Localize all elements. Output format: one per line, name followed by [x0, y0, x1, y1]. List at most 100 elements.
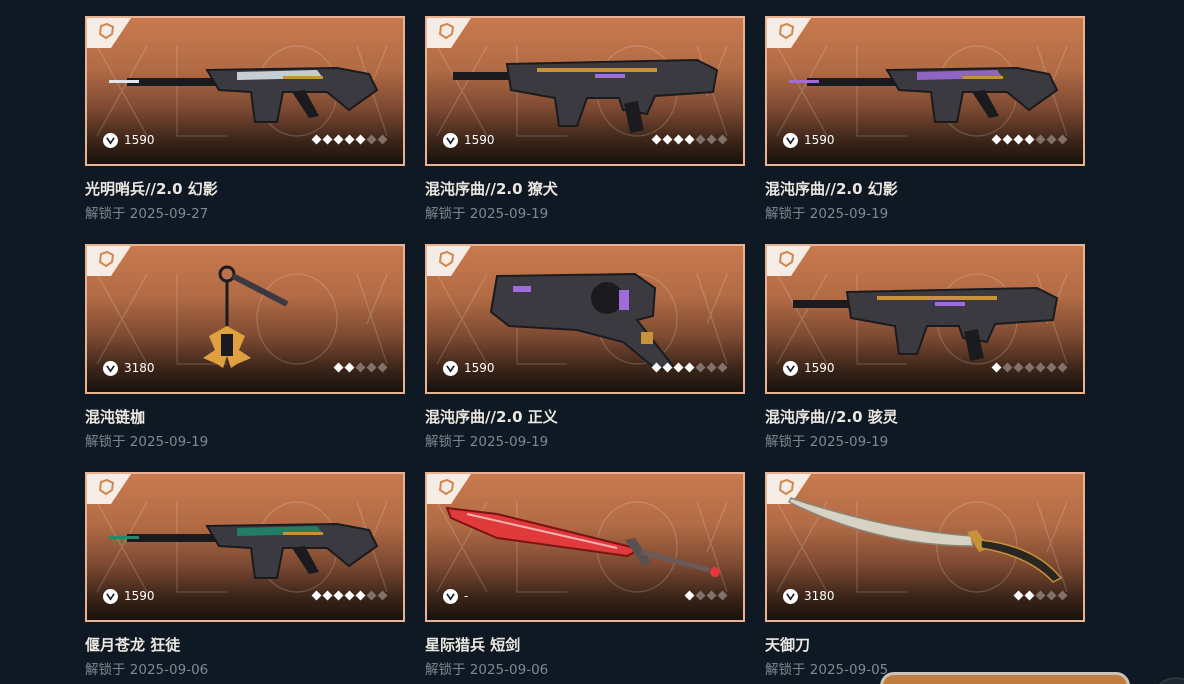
rating-diamond: [1057, 362, 1068, 373]
skin-name: 混沌序曲//2.0 獠犬: [425, 180, 558, 198]
skin-name: 光明哨兵//2.0 幻影: [85, 180, 218, 198]
rating-diamond: [684, 134, 695, 145]
rating-diamond: [1024, 362, 1035, 373]
rating-diamond: [706, 134, 717, 145]
skin-card[interactable]: 1590: [85, 16, 405, 166]
rating-diamond: [662, 362, 673, 373]
rating-diamond: [1046, 362, 1057, 373]
unlock-date: 解锁于 2025-09-19: [85, 434, 209, 450]
rating-diamond: [662, 134, 673, 145]
skin-name: 偃月苍龙 狂徒: [85, 636, 181, 654]
price-value: 1590: [464, 133, 495, 147]
rarity-rating: [333, 362, 388, 373]
rating-diamond: [706, 362, 717, 373]
rarity-rating: [651, 134, 728, 145]
unlock-date: 解锁于 2025-09-05: [765, 662, 889, 678]
skin-card[interactable]: 3180: [765, 472, 1085, 622]
skin-name: 混沌链枷: [85, 408, 146, 426]
price-value: 3180: [124, 361, 155, 375]
skin-card[interactable]: 1590: [425, 244, 745, 394]
rarity-rating: [311, 590, 388, 601]
rating-diamond: [717, 362, 728, 373]
price-tag: 1590: [783, 132, 835, 148]
skin-item: - 星际猎兵 短剑 解锁于 2025-09-06: [425, 472, 745, 682]
rating-diamond: [1035, 590, 1046, 601]
skin-card[interactable]: 1590: [425, 16, 745, 166]
rating-diamond: [344, 362, 355, 373]
price-value: -: [464, 589, 469, 603]
rating-diamond: [311, 134, 322, 145]
skin-card[interactable]: 1590: [765, 16, 1085, 166]
rating-diamond: [717, 134, 728, 145]
price-tag: 1590: [443, 360, 495, 376]
skin-name: 混沌序曲//2.0 骇灵: [765, 408, 898, 426]
rarity-rating: [684, 590, 728, 601]
rating-diamond: [1035, 362, 1046, 373]
bottom-action-button[interactable]: [880, 672, 1130, 684]
rating-diamond: [684, 362, 695, 373]
skin-item: 1590 混沌序曲//2.0 獠犬 解锁于 2025-09-19: [425, 16, 745, 226]
rarity-rating: [1013, 590, 1068, 601]
rating-diamond: [673, 134, 684, 145]
price-value: 1590: [804, 361, 835, 375]
unlock-date: 解锁于 2025-09-19: [765, 206, 889, 222]
rating-diamond: [355, 134, 366, 145]
rating-diamond: [1057, 590, 1068, 601]
rating-diamond: [322, 134, 333, 145]
skin-item: 3180 天御刀解锁于 2025-09-05: [765, 472, 1085, 682]
rarity-rating: [991, 134, 1068, 145]
rating-diamond: [366, 590, 377, 601]
rating-diamond: [344, 134, 355, 145]
rating-diamond: [695, 590, 706, 601]
price-tag: 1590: [783, 360, 835, 376]
skin-name: 混沌序曲//2.0 正义: [425, 408, 558, 426]
rating-diamond: [695, 134, 706, 145]
rating-diamond: [1035, 134, 1046, 145]
skin-item: 1590 光明哨兵//2.0 幻影 解锁于 2025-09-27: [85, 16, 405, 226]
valorant-points-icon: [783, 588, 798, 604]
price-tag: -: [443, 588, 468, 604]
scroll-top-button[interactable]: [1156, 677, 1184, 684]
rating-diamond: [1057, 134, 1068, 145]
rating-diamond: [344, 590, 355, 601]
skin-card[interactable]: -: [425, 472, 745, 622]
rating-diamond: [1002, 362, 1013, 373]
price-value: 1590: [124, 133, 155, 147]
rating-diamond: [333, 362, 344, 373]
valorant-points-icon: [103, 360, 118, 376]
unlock-date: 解锁于 2025-09-06: [425, 662, 549, 678]
valorant-points-icon: [103, 132, 118, 148]
rating-diamond: [355, 590, 366, 601]
rating-diamond: [695, 362, 706, 373]
skin-name: 天御刀: [765, 636, 811, 654]
rating-diamond: [684, 590, 695, 601]
rating-diamond: [651, 362, 662, 373]
rating-diamond: [1046, 590, 1057, 601]
skin-card[interactable]: 1590: [85, 472, 405, 622]
price-value: 1590: [804, 133, 835, 147]
price-value: 1590: [464, 361, 495, 375]
unlock-date: 解锁于 2025-09-19: [765, 434, 889, 450]
rating-diamond: [311, 590, 322, 601]
price-tag: 1590: [103, 132, 155, 148]
valorant-points-icon: [443, 132, 458, 148]
rating-diamond: [322, 590, 333, 601]
rating-diamond: [377, 134, 388, 145]
valorant-points-icon: [443, 588, 458, 604]
rating-diamond: [333, 134, 344, 145]
skin-item: 1590 混沌序曲//2.0 正义 解锁于 2025-09-19: [425, 244, 745, 454]
rating-diamond: [366, 362, 377, 373]
skin-name: 混沌序曲//2.0 幻影: [765, 180, 898, 198]
skin-item: 3180 混沌链枷解锁于 2025-09-19: [85, 244, 405, 454]
skin-card[interactable]: 1590: [765, 244, 1085, 394]
price-value: 3180: [804, 589, 835, 603]
skin-item: 1590 偃月苍龙 狂徒 解锁于 2025-09-06: [85, 472, 405, 682]
skin-card[interactable]: 3180: [85, 244, 405, 394]
skin-item: 1590 混沌序曲//2.0 幻影 解锁于 2025-09-19: [765, 16, 1085, 226]
rating-diamond: [377, 362, 388, 373]
price-tag: 1590: [443, 132, 495, 148]
rating-diamond: [1013, 590, 1024, 601]
rating-diamond: [991, 134, 1002, 145]
valorant-points-icon: [783, 132, 798, 148]
rarity-rating: [651, 362, 728, 373]
